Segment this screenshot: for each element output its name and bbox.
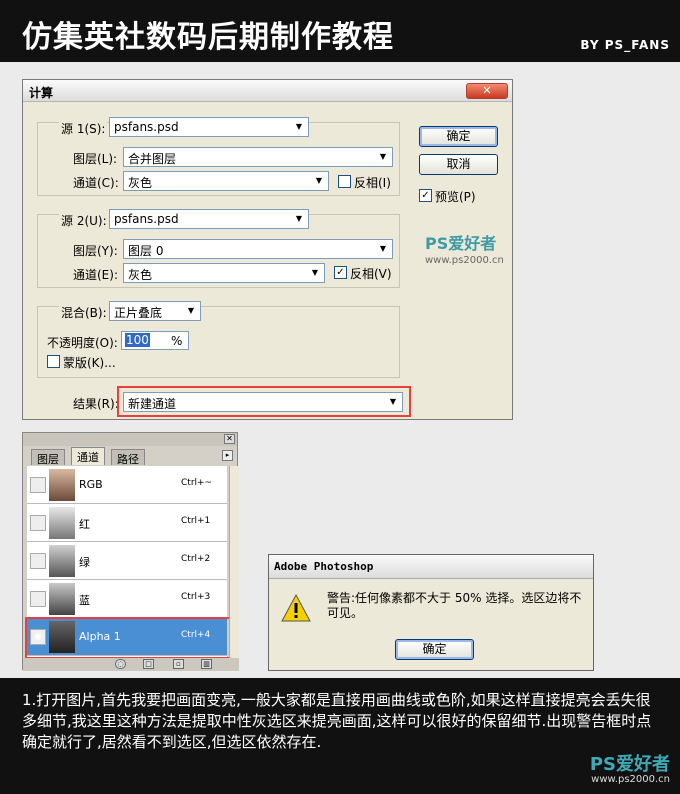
channel-shortcut: Ctrl+2 (181, 554, 211, 564)
chevron-down-icon: ▼ (311, 173, 327, 189)
channel-shortcut: Ctrl+1 (181, 516, 211, 526)
tab-paths[interactable]: 路径 (111, 449, 145, 466)
chevron-down-icon: ▼ (183, 303, 199, 319)
alert-ok-button[interactable]: 确定 (395, 639, 474, 660)
channel-name: 红 (79, 518, 90, 531)
caption-site: www.ps2000.cn (591, 774, 670, 785)
dialog-titlebar[interactable]: 计算 ✕ (23, 80, 512, 102)
panel-tabs: 图层 通道 路径 ▸ (27, 447, 235, 466)
channel-row-green[interactable]: 绿 Ctrl+2 (27, 542, 227, 580)
visibility-toggle[interactable] (30, 591, 46, 607)
opacity-label: 不透明度(O): (47, 336, 118, 350)
source1-file-value: psfans.psd (114, 120, 179, 134)
warning-icon (281, 593, 311, 622)
load-selection-icon[interactable]: ◌ (115, 659, 126, 669)
source2-layer-label: 图层(Y): (73, 244, 118, 258)
source1-file-select[interactable]: psfans.psd ▼ (109, 117, 309, 137)
page-title: 仿集英社数码后期制作教程 (22, 20, 394, 55)
source1-channel-value: 灰色 (128, 176, 153, 190)
blending-mode-select[interactable]: 正片叠底 ▼ (109, 301, 201, 321)
visibility-toggle[interactable] (30, 515, 46, 531)
source2-channel-value: 灰色 (128, 268, 153, 282)
watermark-logo: PS爱好者 (425, 234, 497, 253)
channels-panel: ✕ 图层 通道 路径 ▸ RGB Ctrl+~ 红 Ctrl+1 绿 Ctrl+… (22, 432, 239, 671)
source2-layer-value: 图层 0 (128, 244, 164, 258)
source1-channel-label: 通道(C): (73, 176, 119, 190)
author-credit: BY PS_FANS (580, 38, 670, 52)
blending-label: 混合(B): (59, 304, 109, 321)
panel-footer: ◌ □ ▫ ▥ (23, 658, 239, 671)
save-selection-icon[interactable]: □ (143, 659, 154, 669)
trash-icon[interactable]: ▥ (201, 659, 212, 669)
caption-logo: PS爱好者 (589, 754, 670, 775)
opacity-value: 100 (125, 333, 150, 347)
source2-invert-label: 反相(V) (350, 267, 392, 281)
visibility-toggle[interactable] (30, 477, 46, 493)
channel-thumbnail (49, 545, 75, 577)
tab-channels[interactable]: 通道 (71, 447, 105, 465)
channel-shortcut: Ctrl+3 (181, 592, 211, 602)
channel-thumbnail (49, 507, 75, 539)
source1-label: 源 1(S): (59, 120, 108, 137)
chevron-down-icon: ▼ (291, 119, 307, 135)
percent-label: % (171, 334, 183, 348)
source2-label: 源 2(U): (59, 212, 109, 229)
channel-row-rgb[interactable]: RGB Ctrl+~ (27, 466, 227, 504)
panel-titlebar[interactable]: ✕ (23, 433, 237, 446)
watermark-site: www.ps2000.cn (425, 255, 504, 266)
blending-mode-value: 正片叠底 (114, 306, 163, 320)
source2-channel-label: 通道(E): (73, 268, 118, 282)
alert-message: 警告:任何像素都不大于 50% 选择。选区边将不可见。 (327, 591, 582, 620)
new-channel-icon[interactable]: ▫ (173, 659, 184, 669)
panel-scrollbar[interactable] (229, 466, 239, 658)
mask-label: 蒙版(K)... (63, 356, 116, 370)
chevron-down-icon: ▼ (307, 265, 323, 281)
channel-row-blue[interactable]: 蓝 Ctrl+3 (27, 580, 227, 618)
result-highlight (117, 386, 411, 417)
visibility-toggle[interactable] (30, 553, 46, 569)
warning-alert: Adobe Photoshop 警告:任何像素都不大于 50% 选择。选区边将不… (268, 554, 594, 671)
preview-label: 预览(P) (435, 190, 476, 204)
source2-invert-checkbox[interactable]: ✓ (334, 266, 347, 279)
close-button[interactable]: ✕ (466, 83, 508, 99)
ok-button[interactable]: 确定 (419, 126, 498, 147)
source1-layer-value: 合并图层 (128, 152, 177, 166)
source2-channel-select[interactable]: 灰色 ▼ (123, 263, 325, 283)
channel-shortcut: Ctrl+~ (181, 478, 213, 488)
alpha-highlight (25, 617, 233, 659)
chevron-down-icon: ▼ (291, 211, 307, 227)
channel-thumbnail (49, 583, 75, 615)
channel-name: 蓝 (79, 594, 90, 607)
channel-thumbnail (49, 469, 75, 501)
channel-name: RGB (79, 478, 103, 491)
preview-checkbox[interactable]: ✓ (419, 189, 432, 202)
panel-menu-icon[interactable]: ▸ (222, 450, 233, 461)
source2-file-select[interactable]: psfans.psd ▼ (109, 209, 309, 229)
tab-layers[interactable]: 图层 (31, 449, 65, 466)
result-label: 结果(R): (73, 397, 119, 411)
calculations-dialog: 计算 ✕ 源 1(S): psfans.psd ▼ 图层(L): 合并图层 ▼ 通道… (22, 79, 513, 420)
chevron-down-icon: ▼ (375, 149, 391, 165)
source1-channel-select[interactable]: 灰色 ▼ (123, 171, 329, 191)
channel-row-red[interactable]: 红 Ctrl+1 (27, 504, 227, 542)
source1-layer-select[interactable]: 合并图层 ▼ (123, 147, 393, 167)
mask-checkbox[interactable] (47, 355, 60, 368)
cancel-button[interactable]: 取消 (419, 154, 498, 175)
alert-title: Adobe Photoshop (274, 560, 374, 573)
dialog-title: 计算 (29, 86, 54, 100)
source1-invert-label: 反相(I) (354, 176, 391, 190)
chevron-down-icon: ▼ (375, 241, 391, 257)
caption-banner: 1.打开图片,首先我要把画面变亮,一般大家都是直接用画曲线或色阶,如果这样直接提… (0, 678, 680, 794)
close-icon[interactable]: ✕ (224, 434, 235, 444)
source1-invert-checkbox[interactable] (338, 175, 351, 188)
channel-name: 绿 (79, 556, 90, 569)
alert-titlebar[interactable]: Adobe Photoshop (269, 555, 593, 579)
header-banner: 仿集英社数码后期制作教程 BY PS_FANS (0, 0, 680, 62)
source2-layer-select[interactable]: 图层 0 ▼ (123, 239, 393, 259)
source1-layer-label: 图层(L): (73, 152, 118, 166)
caption-text: 1.打开图片,首先我要把画面变亮,一般大家都是直接用画曲线或色阶,如果这样直接提… (22, 691, 652, 751)
source2-file-value: psfans.psd (114, 212, 179, 226)
